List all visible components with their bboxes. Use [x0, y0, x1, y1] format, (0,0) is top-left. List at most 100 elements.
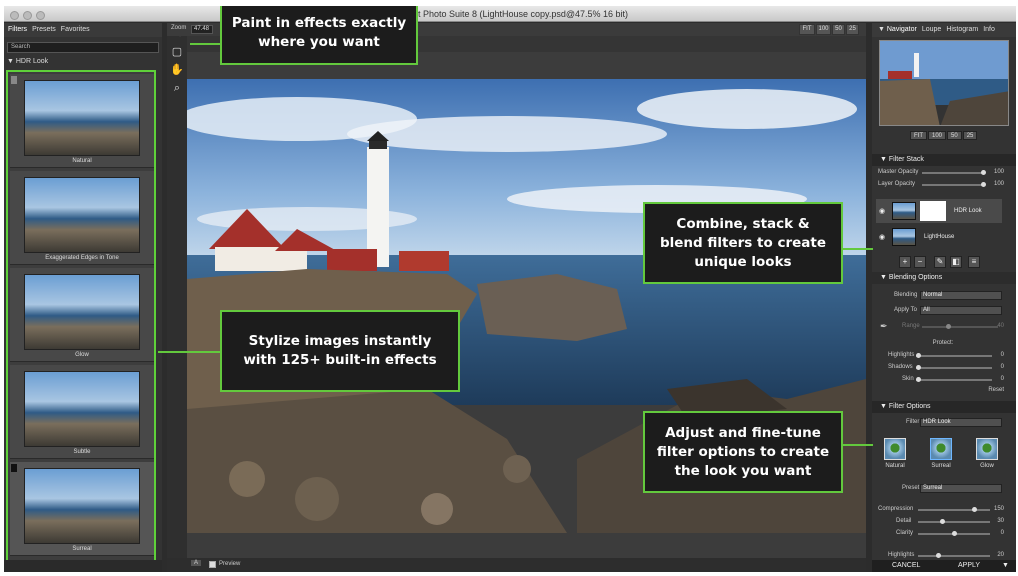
filter-thumb-exaggerated[interactable]: Exaggerated Edges in Tone [10, 171, 154, 265]
detail-slider[interactable] [918, 519, 990, 524]
fo-highlights-slider[interactable] [918, 553, 990, 558]
add-layer-icon[interactable]: + [899, 256, 911, 268]
layer-thumb [892, 202, 916, 220]
filter-thumb-natural[interactable]: Natural [10, 74, 154, 168]
search-input[interactable]: Search [7, 42, 159, 53]
slider-knob[interactable] [940, 519, 945, 524]
tab-filters[interactable]: Filters [8, 26, 27, 33]
protect-highlights-value: 0 [1000, 352, 1004, 358]
blending-select[interactable]: Normal [920, 291, 1002, 300]
layer-opacity-row: Layer Opacity 100 [878, 180, 1008, 189]
compression-slider[interactable] [918, 507, 990, 512]
preset-select[interactable]: Surreal [920, 484, 1002, 493]
layer-mask[interactable] [920, 201, 946, 221]
apply-to-select[interactable]: All [920, 306, 1002, 315]
layer-hdr-look[interactable]: ◉ HDR Look [876, 199, 1002, 223]
tab-loupe[interactable]: Loupe [922, 26, 941, 33]
chevron-down-icon[interactable]: ▼ [1002, 562, 1009, 569]
tab-presets[interactable]: Presets [32, 26, 56, 33]
zoom-fit-button[interactable]: FIT [799, 24, 815, 35]
slider-knob[interactable] [916, 365, 921, 370]
preset-surreal[interactable]: Surreal [928, 438, 954, 469]
range-label: Range [902, 323, 920, 329]
slider-knob[interactable] [952, 531, 957, 536]
zoom-25-button[interactable]: 25 [846, 24, 859, 35]
blending-options-title: Blending Options [888, 274, 943, 281]
filter-thumb-glow[interactable]: Glow [10, 268, 154, 362]
slider-knob[interactable] [936, 553, 941, 558]
nav-100-button[interactable]: 100 [928, 131, 947, 140]
reset-button[interactable]: Reset [988, 386, 1004, 395]
filter-thumb-surreal[interactable]: Surreal [10, 462, 154, 556]
section-hdr-look[interactable]: ▼ HDR Look [7, 58, 48, 65]
eyedropper-icon[interactable]: ✒ [880, 322, 888, 331]
zoom-window-button[interactable] [36, 11, 45, 20]
filter-stack-header[interactable]: ▼ Filter Stack [872, 154, 1016, 166]
tab-navigator[interactable]: Navigator [887, 26, 917, 33]
slider-knob[interactable] [916, 377, 921, 382]
preview-badge[interactable]: A [191, 560, 202, 566]
hand-icon[interactable]: ✋ [170, 63, 184, 77]
preset-natural-icon [884, 438, 906, 460]
slider-knob[interactable] [981, 182, 986, 187]
fo-highlights-label: Highlights [888, 552, 915, 558]
preset-glow[interactable]: Glow [974, 438, 1000, 469]
slider-knob[interactable] [981, 170, 986, 175]
zoom-tool-icon[interactable]: ⌕ [170, 81, 184, 95]
layer-opacity-label: Layer Opacity [878, 181, 916, 187]
mask-icon[interactable]: ◧ [950, 256, 962, 268]
tool-strip: ✎ ▢ ✋ ⌕ [167, 23, 187, 572]
clarity-slider[interactable] [918, 531, 990, 536]
flag-icon [11, 464, 17, 472]
section-label: HDR Look [15, 58, 49, 65]
layer-opacity-value: 100 [993, 181, 1004, 187]
range-slider[interactable] [922, 324, 998, 329]
zoom-field[interactable]: 47.48 [191, 25, 213, 34]
protect-label: Protect: [932, 340, 954, 346]
zoom-100-button[interactable]: 100 [816, 24, 831, 35]
apply-button[interactable]: APPLY [958, 562, 980, 569]
slider-knob[interactable] [946, 324, 951, 329]
crop-icon[interactable]: ▢ [170, 45, 184, 59]
slider-knob[interactable] [972, 507, 977, 512]
minimize-window-button[interactable] [23, 11, 32, 20]
cancel-button[interactable]: CANCEL [892, 562, 920, 569]
stack-icon[interactable]: ≡ [968, 256, 980, 268]
preset-label: Surreal [931, 463, 951, 469]
brush-mask-icon[interactable]: ✎ [934, 256, 946, 268]
filter-thumb-subtle[interactable]: Subtle [10, 365, 154, 459]
clarity-row: Clarity 0 [878, 529, 1008, 538]
close-window-button[interactable] [10, 11, 19, 20]
eye-icon[interactable]: ◉ [879, 207, 885, 215]
range-value: 40 [997, 323, 1004, 329]
navigator-tabs: ▼ Navigator Loupe Histogram Info [872, 23, 1016, 37]
nav-25-button[interactable]: 25 [962, 131, 978, 140]
callout-stylize: Stylize images instantly with 125+ built… [220, 310, 460, 392]
tab-info[interactable]: Info [983, 26, 995, 33]
preset-natural[interactable]: Natural [882, 438, 908, 469]
protect-shadows-slider[interactable] [916, 365, 992, 370]
tab-favorites[interactable]: Favorites [61, 26, 90, 33]
eye-icon[interactable]: ◉ [879, 233, 885, 241]
tab-histogram[interactable]: Histogram [946, 26, 978, 33]
nav-fit-button[interactable]: FIT [910, 131, 927, 140]
filter-options-header[interactable]: ▼ Filter Options [872, 401, 1016, 413]
protect-skin-value: 0 [1000, 376, 1004, 382]
layer-lighthouse[interactable]: ◉ LightHouse [876, 225, 1002, 249]
thumb-label: Natural [72, 158, 92, 164]
protect-skin-slider[interactable] [916, 377, 992, 382]
detail-row: Detail 30 [878, 517, 1008, 526]
master-opacity-slider[interactable] [922, 170, 986, 175]
protect-highlights-slider[interactable] [916, 353, 992, 358]
nav-50-button[interactable]: 50 [947, 131, 962, 140]
remove-layer-icon[interactable]: − [914, 256, 926, 268]
zoom-50-button[interactable]: 50 [832, 24, 845, 35]
navigator-preview[interactable] [879, 40, 1009, 126]
blending-options-header[interactable]: ▼ Blending Options [872, 272, 1016, 284]
app-window: Perfect Photo Suite 8 (LightHouse copy.p… [4, 6, 1016, 572]
slider-knob[interactable] [916, 353, 921, 358]
layer-opacity-slider[interactable] [922, 182, 986, 187]
thumb-image [24, 274, 140, 350]
preview-checkbox[interactable] [209, 561, 216, 568]
filter-select[interactable]: HDR Look [920, 418, 1002, 427]
